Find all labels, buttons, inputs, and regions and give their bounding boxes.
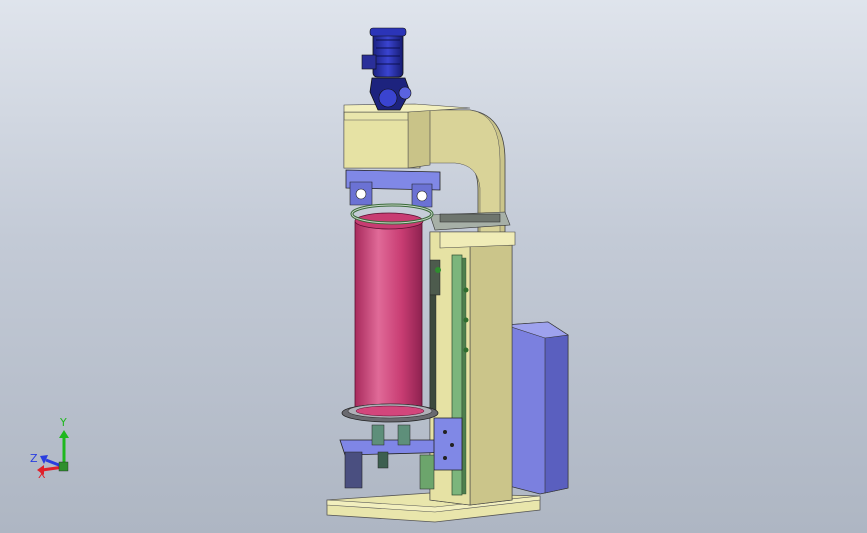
side-cabinet xyxy=(504,321,569,495)
cad-viewport[interactable]: Y X Z xyxy=(0,0,867,533)
axis-triad: Y X Z xyxy=(30,416,69,481)
motor-assembly xyxy=(361,27,412,111)
z-axis-label: Z xyxy=(30,452,38,465)
x-axis-label: X xyxy=(38,468,46,481)
y-axis-label: Y xyxy=(59,416,67,429)
machine-model: Y X Z xyxy=(30,27,569,523)
y-arrowhead-icon xyxy=(59,430,69,438)
base-ring xyxy=(341,403,439,423)
pink-cylinder xyxy=(350,203,434,421)
upper-clamp xyxy=(345,169,441,208)
